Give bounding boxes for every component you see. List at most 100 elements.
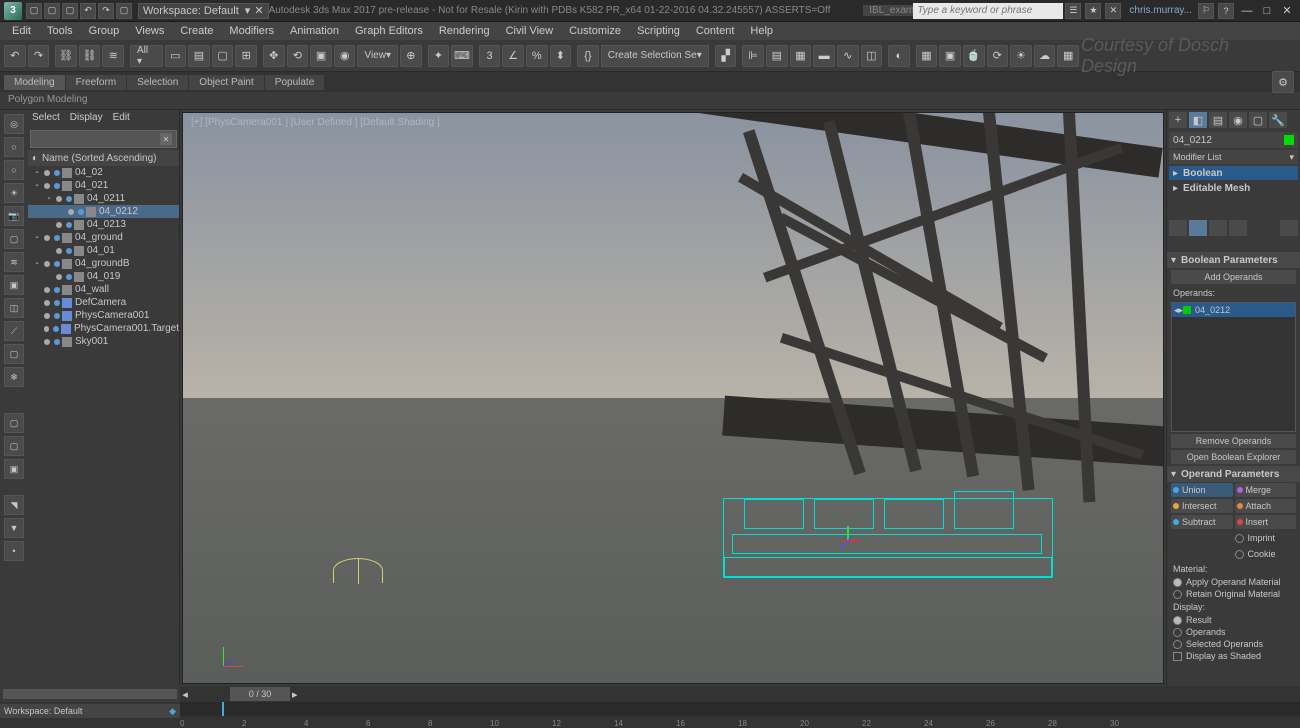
help-search-input[interactable] [913, 3, 1063, 19]
object-color-swatch[interactable] [1284, 135, 1294, 145]
modifier-item[interactable]: ▸Editable Mesh [1169, 181, 1298, 195]
imprint-checkbox[interactable]: Imprint [1233, 531, 1297, 545]
motion-tab-icon[interactable]: ◉ [1229, 112, 1247, 128]
exchange-icon[interactable]: ✕ [1105, 3, 1121, 19]
menu-help[interactable]: Help [742, 25, 781, 37]
maximize-button[interactable]: □ [1258, 3, 1276, 19]
insert-button[interactable]: Insert [1235, 515, 1297, 529]
time-slider[interactable]: ◂ 0 / 30 ▸ [180, 686, 1300, 702]
keyboard-shortcut-button[interactable]: ⌨ [451, 45, 473, 67]
pin-stack-icon[interactable] [1169, 220, 1187, 236]
ribbon-tab-object-paint[interactable]: Object Paint [189, 75, 263, 90]
ribbon-tab-selection[interactable]: Selection [127, 75, 188, 90]
help-icon[interactable]: ? [1218, 3, 1234, 19]
tree-item[interactable]: PhysCamera001.Target [28, 322, 179, 335]
display-tab-icon[interactable]: ▢ [1249, 112, 1267, 128]
display-all-icon[interactable]: ◎ [4, 114, 24, 134]
hierarchy-tab-icon[interactable]: ▤ [1209, 112, 1227, 128]
display-cameras-icon[interactable]: 📷 [4, 206, 24, 226]
clear-search-icon[interactable]: ✕ [160, 133, 172, 145]
ribbon-toggle-button[interactable]: ▬ [813, 45, 835, 67]
new-icon[interactable]: ▢ [26, 3, 42, 19]
tree-item[interactable]: Sky001 [28, 335, 179, 348]
display-shapes-icon[interactable]: ○ [4, 160, 24, 180]
subtract-button[interactable]: Subtract [1171, 515, 1233, 529]
tree-item[interactable]: 04_0212 [28, 205, 179, 218]
display-operands-radio[interactable]: Operands [1167, 626, 1300, 638]
menu-rendering[interactable]: Rendering [431, 25, 498, 37]
attach-button[interactable]: Attach [1235, 499, 1297, 513]
apply-operand-material-radio[interactable]: Apply Operand Material [1167, 576, 1300, 588]
tree-item[interactable]: DefCamera [28, 296, 179, 309]
render-online-button[interactable]: ☁ [1034, 45, 1056, 67]
operand-item[interactable]: ◂▸ 04_0212 [1172, 303, 1295, 317]
modifier-item[interactable]: ▸Boolean [1169, 166, 1298, 180]
open-boolean-explorer-button[interactable]: Open Boolean Explorer [1171, 450, 1296, 464]
remove-operands-button[interactable]: Remove Operands [1171, 434, 1296, 448]
object-name-field[interactable]: 04_0212 [1169, 132, 1298, 148]
boolean-params-rollout[interactable]: ▾Boolean Parameters [1167, 252, 1300, 268]
workspace-dropdown[interactable]: Workspace: Default▾✕ [138, 3, 269, 19]
utilities-tab-icon[interactable]: 🔧 [1269, 112, 1287, 128]
workspace-status-dropdown[interactable]: Workspace: Default◆ [0, 704, 180, 718]
display-geom-icon[interactable]: ○ [4, 137, 24, 157]
menu-civil-view[interactable]: Civil View [498, 25, 561, 37]
display-result-radio[interactable]: Result [1167, 614, 1300, 626]
display-selected-operands-radio[interactable]: Selected Operands [1167, 638, 1300, 650]
create-tab-icon[interactable]: + [1169, 112, 1187, 128]
tree-item[interactable]: 04_019 [28, 270, 179, 283]
layer-explorer-button[interactable]: ▦ [790, 45, 812, 67]
modifier-list-dropdown[interactable]: Modifier List▾ [1169, 150, 1298, 164]
bind-spacewarp-button[interactable]: ≋ [102, 45, 124, 67]
tree-item[interactable]: 04_wall [28, 283, 179, 296]
tree-item[interactable]: -04_02 [28, 166, 179, 179]
edit-selset-button[interactable]: {} [577, 45, 599, 67]
tree-item[interactable]: -04_ground [28, 231, 179, 244]
menu-customize[interactable]: Customize [561, 25, 629, 37]
add-operands-button[interactable]: Add Operands [1171, 270, 1296, 284]
rendered-frame-button[interactable]: ▣ [939, 45, 961, 67]
render-iterative-button[interactable]: ⟳ [987, 45, 1009, 67]
tree-item[interactable]: -04_0211 [28, 192, 179, 205]
document-tab[interactable]: IBL_example_Dosch.ma... [863, 5, 913, 16]
menu-scripting[interactable]: Scripting [629, 25, 688, 37]
gizmo-icon[interactable] [843, 536, 853, 546]
minimize-button[interactable]: — [1238, 3, 1256, 19]
remove-modifier-icon[interactable] [1229, 220, 1247, 236]
schematic-view-button[interactable]: ◫ [861, 45, 883, 67]
selection-filter-dropdown[interactable]: All ▾ [130, 45, 163, 67]
filter-icon-4[interactable]: ◥ [4, 495, 24, 515]
retain-original-material-radio[interactable]: Retain Original Material [1167, 588, 1300, 600]
configure-sets-icon[interactable] [1280, 220, 1298, 236]
explorer-tab-edit[interactable]: Edit [113, 112, 130, 126]
display-as-shaded-checkbox[interactable]: Display as Shaded [1167, 650, 1300, 662]
time-slider-handle[interactable]: 0 / 30 [230, 687, 290, 701]
favorites-icon[interactable]: ⚐ [1198, 3, 1214, 19]
app-logo-icon[interactable]: 3 [4, 2, 22, 20]
render-activeshade-button[interactable]: ☀ [1010, 45, 1032, 67]
manipulate-button[interactable]: ✦ [428, 45, 450, 67]
filter-icon-3[interactable]: ▣ [4, 459, 24, 479]
align-button[interactable]: ⊫ [742, 45, 764, 67]
ribbon-tab-modeling[interactable]: Modeling [4, 75, 65, 90]
show-end-result-icon[interactable] [1189, 220, 1207, 236]
mirror-button[interactable]: ▞ [715, 45, 737, 67]
spinner-snap-button[interactable]: ⬍ [550, 45, 572, 67]
snap-toggle-button[interactable]: 3 [479, 45, 501, 67]
tree-item[interactable]: -04_021 [28, 179, 179, 192]
filter-icon-6[interactable]: • [4, 541, 24, 561]
merge-button[interactable]: Merge [1235, 483, 1297, 497]
placement-button[interactable]: ◉ [334, 45, 356, 67]
signin-icon[interactable]: ★ [1085, 3, 1101, 19]
menu-animation[interactable]: Animation [282, 25, 347, 37]
redo-icon[interactable]: ↷ [98, 3, 114, 19]
operand-params-rollout[interactable]: ▾Operand Parameters [1167, 466, 1300, 482]
open-icon[interactable]: ▢ [44, 3, 60, 19]
undo-button[interactable]: ↶ [4, 45, 26, 67]
modify-tab-icon[interactable]: ◧ [1189, 112, 1207, 128]
redo-button[interactable]: ↷ [28, 45, 50, 67]
menu-tools[interactable]: Tools [39, 25, 81, 37]
display-spacewarps-icon[interactable]: ≋ [4, 252, 24, 272]
link-button[interactable]: ⛓ [55, 45, 77, 67]
menu-content[interactable]: Content [688, 25, 743, 37]
